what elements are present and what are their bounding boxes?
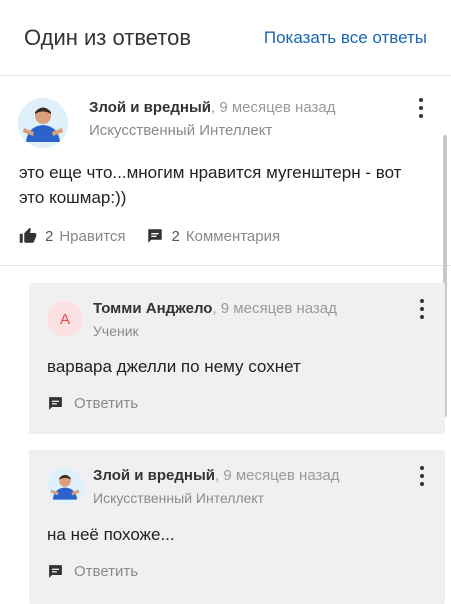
like-button[interactable]: 2 Нравится [19, 227, 126, 245]
thumbs-up-icon [19, 227, 37, 243]
comment-card: Злой и вредный, 9 месяцев назад Искусств… [29, 450, 445, 604]
answer-author-rank: Искусственный Интеллект [89, 122, 273, 139]
page-header: Один из ответов Показать все ответы [0, 0, 451, 76]
likes-count: 2 [45, 227, 54, 245]
comment-icon [49, 565, 62, 578]
commenter-avatar[interactable] [47, 468, 83, 504]
reply-button[interactable]: Ответить [47, 563, 138, 580]
comment-author-name[interactable]: Злой и вредный [93, 467, 215, 484]
comment-author-line: Злой и вредный, 9 месяцев назад [93, 467, 339, 484]
commenter-avatar-image [47, 468, 83, 504]
show-all-answers-link[interactable]: Показать все ответы [264, 28, 427, 48]
answer-more-menu-icon[interactable] [415, 98, 427, 118]
reply-label: Ответить [74, 563, 139, 580]
comment-time: , 9 месяцев назад [212, 300, 337, 317]
comment-time: , 9 месяцев назад [215, 467, 340, 484]
comment-icon [49, 397, 62, 410]
comment-card: А Томми Анджело, 9 месяцев назад Ученик … [29, 283, 445, 434]
answer-time: , 9 месяцев назад [211, 99, 336, 116]
answer-author-line: Злой и вредный, 9 месяцев назад [89, 99, 335, 116]
comment-more-menu-icon[interactable] [416, 299, 428, 319]
author-avatar[interactable] [18, 98, 68, 148]
answer-card: Злой и вредный, 9 месяцев назад Искусств… [0, 76, 451, 266]
comment-text: на неё похоже... [47, 525, 175, 544]
comment-more-menu-icon[interactable] [416, 466, 428, 486]
comment-author-line: Томми Анджело, 9 месяцев назад [93, 300, 337, 317]
comment-text: варвара джелли по нему сохнет [47, 357, 301, 376]
answer-actions: 2 Нравится 2 Комментария [19, 227, 280, 245]
reply-button[interactable]: Ответить [47, 395, 138, 412]
comment-icon [147, 229, 162, 243]
answer-text: это еще что...многим нравится мугенштерн… [19, 163, 402, 207]
reply-label: Ответить [74, 395, 139, 412]
page-title: Один из ответов [24, 24, 192, 50]
comment-author-name[interactable]: Томми Анджело [93, 300, 212, 317]
comments-count: 2 [171, 227, 180, 245]
author-avatar-image [18, 98, 68, 148]
answer-author-name[interactable]: Злой и вредный [89, 99, 211, 116]
comments-label: Комментария [185, 227, 281, 245]
comment-author-rank: Искусственный Интеллект [93, 490, 265, 506]
comments-button[interactable]: 2 Комментария [146, 227, 281, 245]
commenter-avatar[interactable]: А [47, 301, 83, 337]
comment-author-rank: Ученик [93, 323, 139, 339]
likes-label: Нравится [59, 227, 126, 245]
